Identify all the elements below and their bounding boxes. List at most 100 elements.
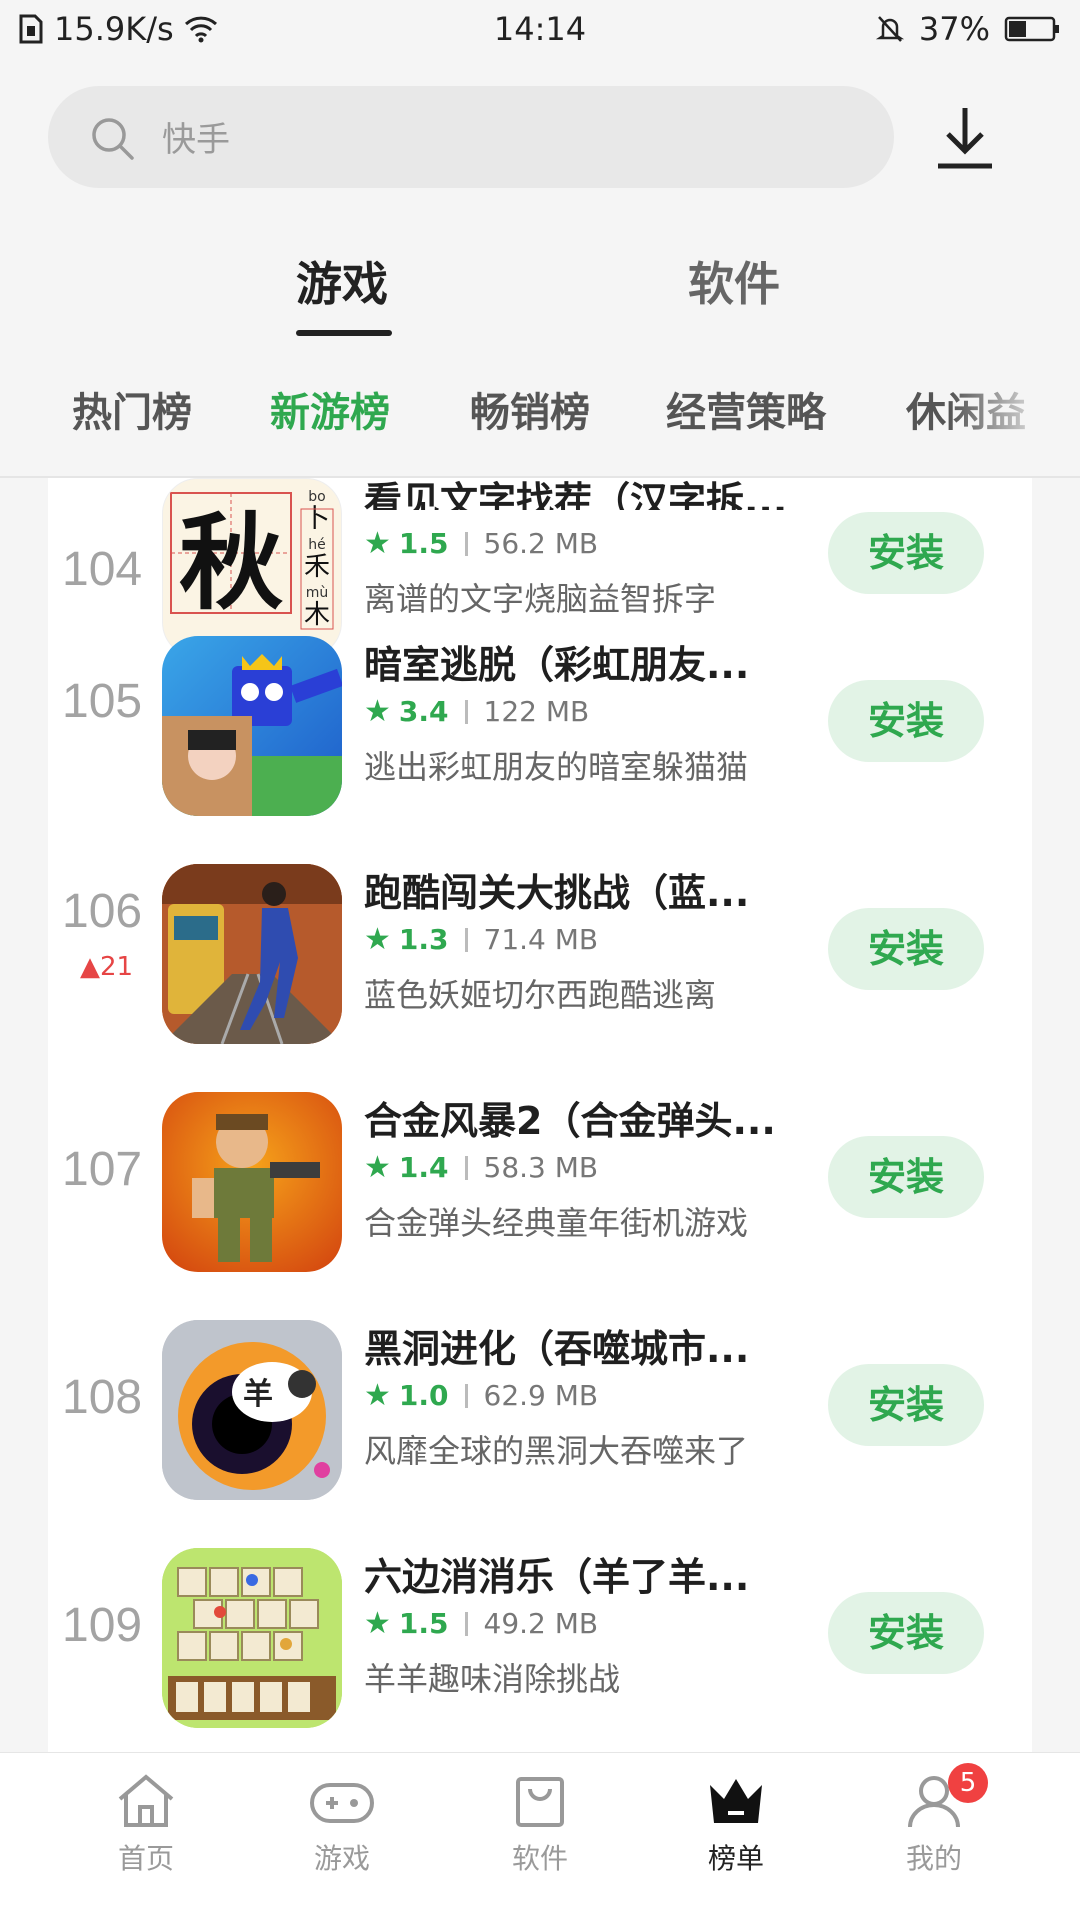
- star-icon: ★: [364, 1378, 391, 1413]
- rating: 1.5: [398, 527, 449, 560]
- app-title: 黑洞进化（吞噬城市...: [364, 1327, 750, 1371]
- install-button[interactable]: 安装: [828, 512, 984, 594]
- install-button[interactable]: 安装: [828, 1136, 984, 1218]
- nav-label: 游戏: [313, 1842, 370, 1875]
- rating: 1.3: [398, 923, 449, 956]
- install-button[interactable]: 安装: [828, 680, 984, 762]
- app-meta: ★ 1.5 49.2 MB: [364, 1606, 598, 1641]
- icon-big-char: 秋: [179, 501, 283, 624]
- rating: 1.4: [398, 1151, 449, 1184]
- app-meta: ★ 3.4 122 MB: [364, 694, 589, 729]
- app-title: 六边消消乐（羊了羊...: [364, 1555, 750, 1599]
- search-icon: [92, 118, 134, 160]
- app-meta: ★ 1.5 56.2 MB: [364, 526, 598, 561]
- gamepad-icon: [310, 1783, 374, 1823]
- rating: 1.0: [398, 1379, 449, 1412]
- meta-separator: [464, 927, 468, 952]
- rating: 1.5: [398, 1607, 449, 1640]
- star-icon: ★: [364, 922, 391, 957]
- app-desc: 蓝色妖姬切尔西跑酷逃离: [364, 976, 717, 1014]
- black-hole-icon-art: 羊: [162, 1320, 342, 1500]
- nav-home[interactable]: 首页: [76, 1771, 216, 1877]
- list-item[interactable]: 107 合金风暴2（合金弹头... ★ 1.4 58.3 MB 合金弹头经典童年…: [48, 1076, 1032, 1304]
- pinyin-1: bo: [308, 489, 325, 505]
- rank-number: 106: [62, 885, 143, 938]
- rank-number: 104: [62, 543, 143, 596]
- battery-percent: 37%: [918, 10, 990, 48]
- list-item[interactable]: 108 羊 黑洞进化（吞噬城市... ★ 1.0 62.9 MB 风靡全球的黑洞…: [48, 1304, 1032, 1532]
- notification-badge: 5: [948, 1763, 988, 1803]
- list-item[interactable]: 看见文字找茬（汉字拆... 104 秋 bo 卜 hé 禾 mù 木 ★ 1.5…: [48, 478, 1032, 658]
- nav-label: 首页: [117, 1842, 174, 1875]
- rank-number: 107: [62, 1143, 143, 1196]
- home-icon: [118, 1774, 174, 1827]
- app-icon: [162, 1548, 342, 1728]
- list-item[interactable]: 109 六边消消乐（羊了羊... ★ 1.5 49.2 MB 羊羊趣味消除挑战 …: [48, 1532, 1032, 1752]
- subtab-bestseller[interactable]: 畅销榜: [470, 380, 590, 438]
- meta-separator: [464, 1611, 468, 1636]
- tile-match-icon-art: [162, 1548, 342, 1728]
- rating: 3.4: [398, 695, 449, 728]
- app-desc: 风靡全球的黑洞大吞噬来了: [364, 1432, 749, 1470]
- app-size: 56.2 MB: [483, 527, 599, 560]
- parkour-icon-art: [162, 864, 342, 1044]
- app-desc: 离谱的文字烧脑益智拆字: [364, 580, 717, 618]
- app-icon: [162, 636, 342, 816]
- search-placeholder: 快手: [162, 120, 230, 160]
- search-input[interactable]: 快手: [48, 86, 894, 188]
- main-tabs: 游戏 软件: [0, 230, 1080, 340]
- nav-rankings[interactable]: 榜单: [666, 1771, 806, 1877]
- pinyin-2: hé: [308, 537, 326, 553]
- app-meta: ★ 1.3 71.4 MB: [364, 922, 598, 957]
- meta-separator: [464, 699, 468, 724]
- metal-slug-icon-art: [192, 1114, 320, 1262]
- nav-games[interactable]: 游戏: [272, 1771, 412, 1877]
- meta-separator: [464, 531, 468, 556]
- tab-games[interactable]: 游戏: [296, 248, 388, 314]
- rank-change: ▲21: [80, 952, 133, 982]
- download-icon[interactable]: [934, 104, 996, 172]
- nav-label: 我的: [905, 1842, 962, 1875]
- install-button[interactable]: 安装: [828, 1592, 984, 1674]
- crown-icon: [710, 1779, 762, 1823]
- tab-fade: [950, 380, 1080, 440]
- star-icon: ★: [364, 694, 391, 729]
- app-desc: 羊羊趣味消除挑战: [364, 1660, 621, 1698]
- status-bar: 15.9K/s 14:14 37%: [0, 0, 1080, 60]
- star-icon: ★: [364, 526, 391, 561]
- small-char-2: 禾: [304, 552, 330, 582]
- subtab-strategy[interactable]: 经营策略: [666, 380, 826, 438]
- nav-me[interactable]: 5 我的: [864, 1763, 1004, 1877]
- search-row: 快手: [48, 86, 1048, 190]
- app-size: 122 MB: [483, 695, 590, 728]
- bag-icon: [516, 1777, 564, 1827]
- rank-up-arrow-icon: ▲: [80, 952, 100, 982]
- app-size: 71.4 MB: [483, 923, 599, 956]
- nav-label: 软件: [511, 1842, 568, 1875]
- install-button[interactable]: 安装: [828, 908, 984, 990]
- app-size: 62.9 MB: [483, 1379, 599, 1412]
- list-item[interactable]: 105 暗室逃脱（彩虹朋友... ★ 3.4 122 MB 逃出彩虹朋友的暗室躲…: [48, 620, 1032, 848]
- battery-icon: [1004, 16, 1059, 42]
- mute-bell-icon: [875, 16, 905, 42]
- nav-software[interactable]: 软件: [470, 1771, 610, 1877]
- list-item[interactable]: 106 ▲21 跑酷闯关大挑战（蓝... ★ 1.3 71.4 MB 蓝色妖姬切…: [48, 848, 1032, 1076]
- meta-separator: [464, 1383, 468, 1408]
- app-title: 合金风暴2（合金弹头...: [364, 1099, 776, 1143]
- app-desc: 合金弹头经典童年街机游戏: [364, 1204, 749, 1242]
- rank-change-value: 21: [100, 952, 134, 982]
- app-title: 看见文字找茬（汉字拆...: [364, 479, 788, 510]
- app-desc: 逃出彩虹朋友的暗室躲猫猫: [364, 748, 749, 786]
- tab-software[interactable]: 软件: [688, 248, 780, 314]
- rank-number: 108: [62, 1371, 143, 1424]
- install-button[interactable]: 安装: [828, 1364, 984, 1446]
- subtab-new[interactable]: 新游榜: [270, 380, 390, 438]
- nav-label: 榜单: [707, 1842, 764, 1875]
- app-meta: ★ 1.0 62.9 MB: [364, 1378, 598, 1413]
- rank-number: 105: [62, 675, 143, 728]
- star-icon: ★: [364, 1150, 391, 1185]
- bottom-nav: 首页 游戏 软件 榜单 5 我的: [0, 1752, 1080, 1920]
- subtab-hot[interactable]: 热门榜: [72, 380, 192, 438]
- rainbow-friends-icon-art: [162, 654, 342, 816]
- app-title: 暗室逃脱（彩虹朋友...: [364, 643, 750, 687]
